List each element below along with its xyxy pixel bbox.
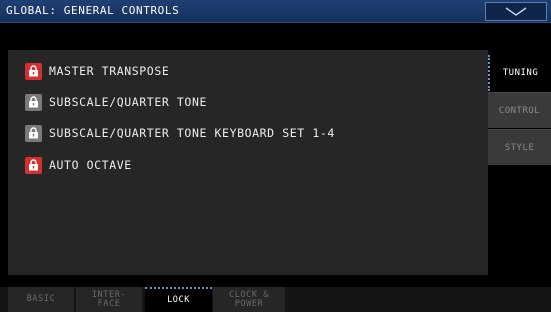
lock-row-master-transpose[interactable]: MASTER TRANSPOSE	[25, 62, 169, 80]
lock-label: AUTO OCTAVE	[49, 158, 132, 172]
lock-open-icon[interactable]	[25, 124, 42, 142]
tab-label: POWER	[234, 298, 264, 309]
lock-row-auto-octave[interactable]: AUTO OCTAVE	[25, 156, 132, 174]
tab-style[interactable]: STYLE	[488, 129, 551, 165]
tab-label: BASIC	[26, 294, 56, 304]
tab-lock[interactable]: LOCK	[145, 287, 212, 312]
tab-interface[interactable]: INTER- FACE	[76, 287, 142, 312]
chevron-down-icon	[505, 7, 527, 16]
lock-row-subscale-keyboard-set[interactable]: SUBSCALE/QUARTER TONE KEYBOARD SET 1-4	[25, 124, 335, 142]
page-menu-button[interactable]	[485, 2, 547, 21]
lock-closed-icon[interactable]	[25, 62, 42, 80]
tab-tuning[interactable]: TUNING	[488, 55, 551, 91]
lock-open-icon[interactable]	[25, 93, 42, 111]
lock-closed-icon[interactable]	[25, 156, 42, 174]
lock-label: MASTER TRANSPOSE	[49, 64, 170, 78]
bottom-tab-bar: BASIC INTER- FACE LOCK CLOCK & POWER	[0, 287, 551, 312]
tab-label: FACE	[97, 298, 121, 309]
tab-control[interactable]: CONTROL	[488, 92, 551, 128]
lock-label: SUBSCALE/QUARTER TONE	[49, 95, 207, 109]
tab-basic[interactable]: BASIC	[8, 287, 74, 312]
lock-row-subscale-quarter-tone[interactable]: SUBSCALE/QUARTER TONE	[25, 93, 207, 111]
side-tabs: TUNING CONTROL STYLE	[488, 50, 551, 280]
page-header: GLOBAL: GENERAL CONTROLS	[0, 0, 551, 23]
page-title: GLOBAL: GENERAL CONTROLS	[6, 4, 180, 17]
tab-label: LOCK	[167, 295, 190, 305]
lock-label: SUBSCALE/QUARTER TONE KEYBOARD SET 1-4	[49, 126, 335, 140]
tab-clock-power[interactable]: CLOCK & POWER	[213, 287, 285, 312]
lock-panel: MASTER TRANSPOSE SUBSCALE/QUARTER TONE S…	[8, 50, 488, 275]
